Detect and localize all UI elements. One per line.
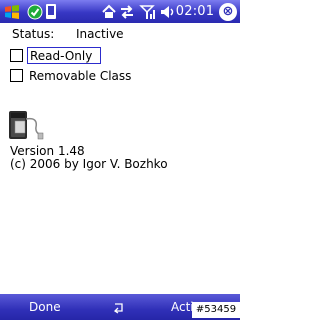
copyright-text: (c) 2006 by Igor V. Bozhko xyxy=(10,157,168,171)
status-label: Status: xyxy=(12,27,55,41)
app-status-icon[interactable] xyxy=(26,0,44,23)
removable-class-label[interactable]: Removable Class xyxy=(29,69,131,83)
signal-strength-icon[interactable] xyxy=(138,0,156,23)
connectivity-icon[interactable] xyxy=(118,0,136,23)
removable-class-checkbox[interactable] xyxy=(10,69,23,82)
status-value: Inactive xyxy=(75,27,124,41)
watermark-label: #53459 xyxy=(192,302,240,318)
close-icon: ⊗ xyxy=(219,2,237,21)
clock-time[interactable]: 02:01 xyxy=(176,0,214,23)
notification-icon[interactable] xyxy=(44,0,58,23)
volume-icon[interactable] xyxy=(158,0,176,23)
input-panel-icon[interactable] xyxy=(111,294,127,320)
status-row: Status: Inactive xyxy=(12,27,124,41)
close-button[interactable]: ⊗ xyxy=(218,0,238,23)
home-icon[interactable] xyxy=(100,0,118,23)
version-text: Version 1.48 xyxy=(10,144,85,158)
done-softkey[interactable]: Done xyxy=(29,294,61,320)
title-bar: 02:01 ⊗ xyxy=(0,0,240,23)
read-only-label[interactable]: Read-Only xyxy=(30,49,92,63)
clock-text: 02:01 xyxy=(175,4,215,19)
read-only-checkbox[interactable] xyxy=(10,49,23,62)
storage-device-icon xyxy=(8,109,44,141)
start-menu-icon[interactable] xyxy=(2,0,22,23)
